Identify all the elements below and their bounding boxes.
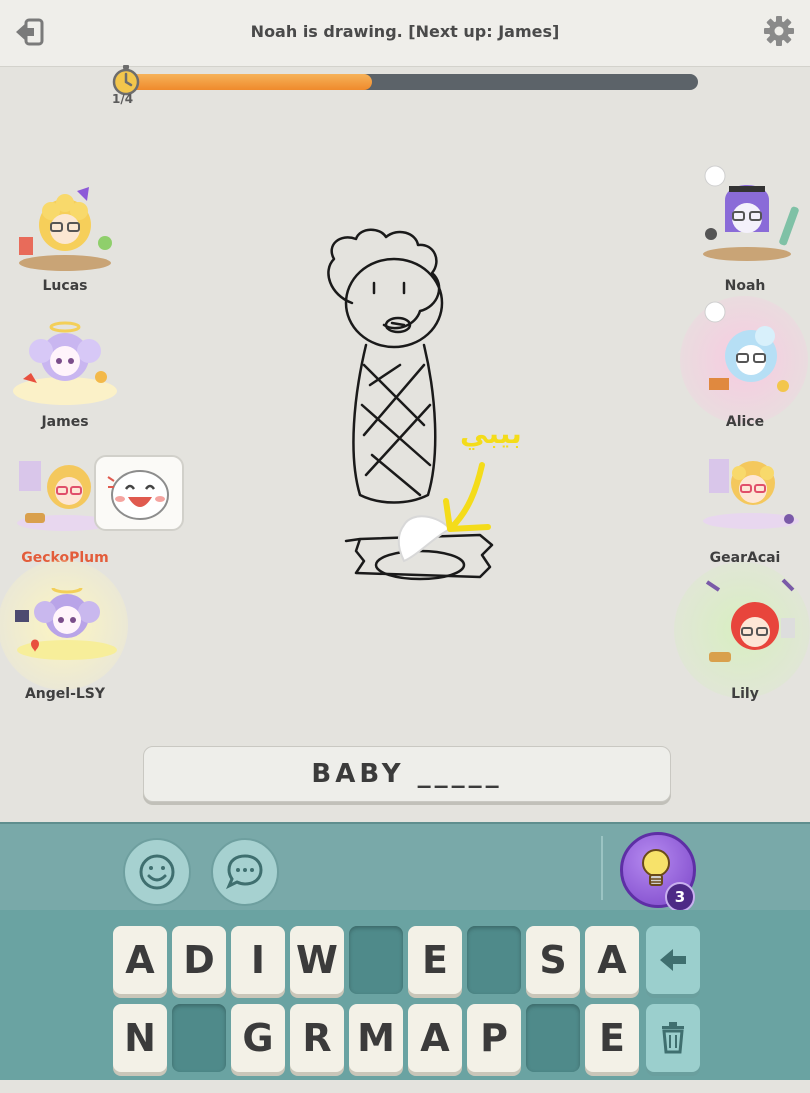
chat-reaction-bubble — [94, 455, 184, 531]
action-toolbar: 3 — [0, 822, 810, 912]
letter-key[interactable]: I — [231, 926, 285, 994]
letter-key[interactable]: P — [467, 1004, 521, 1072]
smiley-icon — [139, 854, 175, 890]
letter-key[interactable]: W — [290, 926, 344, 994]
drawing-annotation-text: بيبي — [460, 417, 522, 450]
player-card[interactable]: Lucas — [0, 187, 130, 320]
letter-key[interactable]: N — [113, 1004, 167, 1072]
avatar — [5, 582, 125, 698]
clear-button[interactable] — [646, 1004, 700, 1072]
drawing-canvas: بيبي — [300, 215, 530, 615]
speech-bubble-icon — [226, 854, 263, 890]
letter-key[interactable]: S — [526, 926, 580, 994]
hint-count-badge: 3 — [665, 882, 695, 912]
emoji-button[interactable] — [123, 838, 191, 906]
letter-key[interactable]: R — [290, 1004, 344, 1072]
timer-bar — [126, 74, 698, 90]
avatar — [685, 572, 805, 682]
player-name: Angel-LSY — [24, 686, 106, 702]
player-name: Noah — [724, 278, 766, 294]
chat-button[interactable] — [211, 838, 279, 906]
empty-key-slot — [172, 1004, 226, 1072]
empty-key-slot — [526, 1004, 580, 1072]
drawing-status-text: Noah is drawing. [Next up: James] — [250, 22, 560, 41]
player-name: Lily — [731, 686, 759, 702]
letter-key[interactable]: G — [231, 1004, 285, 1072]
player-card[interactable]: James — [0, 321, 130, 456]
round-counter: 1/4 — [112, 92, 134, 106]
player-card[interactable]: Alice — [680, 296, 810, 456]
timer-bar-fill — [126, 74, 372, 90]
avatar — [685, 162, 805, 272]
letter-key[interactable]: E — [408, 926, 462, 994]
avatar — [685, 298, 805, 408]
letter-key[interactable]: M — [349, 1004, 403, 1072]
letter-key[interactable]: D — [172, 926, 226, 994]
top-bar: Noah is drawing. [Next up: James] — [0, 0, 810, 67]
player-name: Lucas — [42, 278, 88, 294]
player-name: Alice — [725, 414, 765, 430]
word-hint: BABY _____ — [143, 746, 671, 802]
left-arrow-icon — [660, 949, 686, 971]
letter-key[interactable]: A — [113, 926, 167, 994]
player-name: James — [41, 414, 89, 430]
empty-key-slot — [467, 926, 521, 994]
letter-key[interactable]: E — [585, 1004, 639, 1072]
toolbar-divider — [601, 836, 603, 900]
player-card[interactable]: Lily — [674, 562, 810, 728]
exit-arrow-icon[interactable] — [12, 14, 48, 50]
trash-icon — [662, 1022, 684, 1054]
player-card[interactable]: Angel-LSY — [0, 560, 130, 728]
empty-key-slot — [349, 926, 403, 994]
letter-key[interactable]: A — [408, 1004, 462, 1072]
backspace-button[interactable] — [646, 926, 700, 994]
gear-icon[interactable] — [762, 14, 796, 48]
letter-key[interactable]: A — [585, 926, 639, 994]
letter-keyboard: A D I W E S A N G R M A P E — [0, 910, 810, 1080]
